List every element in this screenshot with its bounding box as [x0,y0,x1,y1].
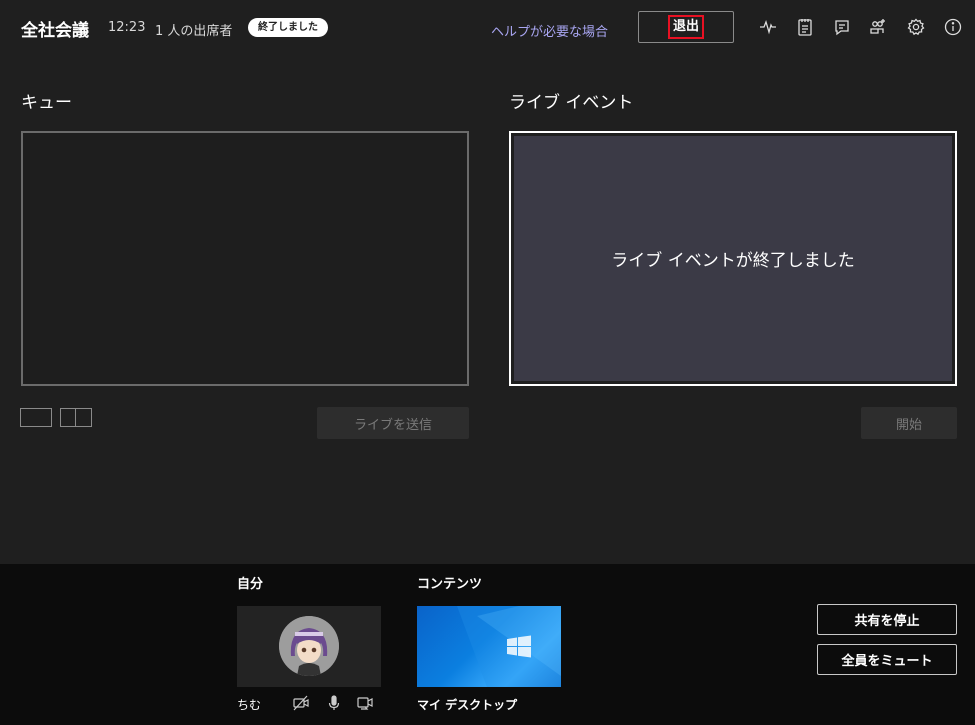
status-badge: 終了しました [248,18,328,37]
leave-button[interactable]: 退出 [638,11,734,43]
info-icon[interactable] [942,16,964,38]
attendee-count: 1 人の出席者 [155,24,233,39]
desktop-share-name: マイ デスクトップ [417,698,518,712]
meeting-time: 12:23 [108,20,146,35]
help-link[interactable]: ヘルプが必要な場合 [491,21,608,40]
windows-logo-icon [457,606,561,687]
content-heading: コンテンツ [417,577,483,592]
microphone-icon[interactable] [325,694,343,712]
meeting-title: 全社会議 [21,21,89,41]
avatar [279,616,339,676]
camera-off-icon[interactable] [292,694,310,712]
desktop-share-tile[interactable] [417,606,561,687]
start-button[interactable]: 開始 [861,407,957,439]
video-swap-icon[interactable] [356,694,374,712]
participants-icon[interactable] [867,16,889,38]
live-event-title: ライブ イベント [509,93,634,113]
self-name: ちむ [237,698,262,712]
live-event-preview: ライブ イベントが終了しました [509,131,957,386]
notes-icon[interactable] [794,16,816,38]
chat-icon[interactable] [831,16,853,38]
layout-single-button[interactable] [20,408,52,427]
leave-button-label: 退出 [667,15,704,39]
send-live-button[interactable]: ライブを送信 [317,407,469,439]
queue-preview[interactable] [21,131,469,386]
mute-all-button[interactable]: 全員をミュート [817,644,957,675]
queue-title: キュー [21,93,72,113]
pulse-icon[interactable] [757,16,779,38]
layout-split-button[interactable] [60,408,92,427]
live-event-ended-message: ライブ イベントが終了しました [514,136,952,381]
stop-sharing-button[interactable]: 共有を停止 [817,604,957,635]
self-video-tile[interactable] [237,606,381,687]
self-heading: 自分 [237,577,264,592]
gear-icon[interactable] [905,16,927,38]
